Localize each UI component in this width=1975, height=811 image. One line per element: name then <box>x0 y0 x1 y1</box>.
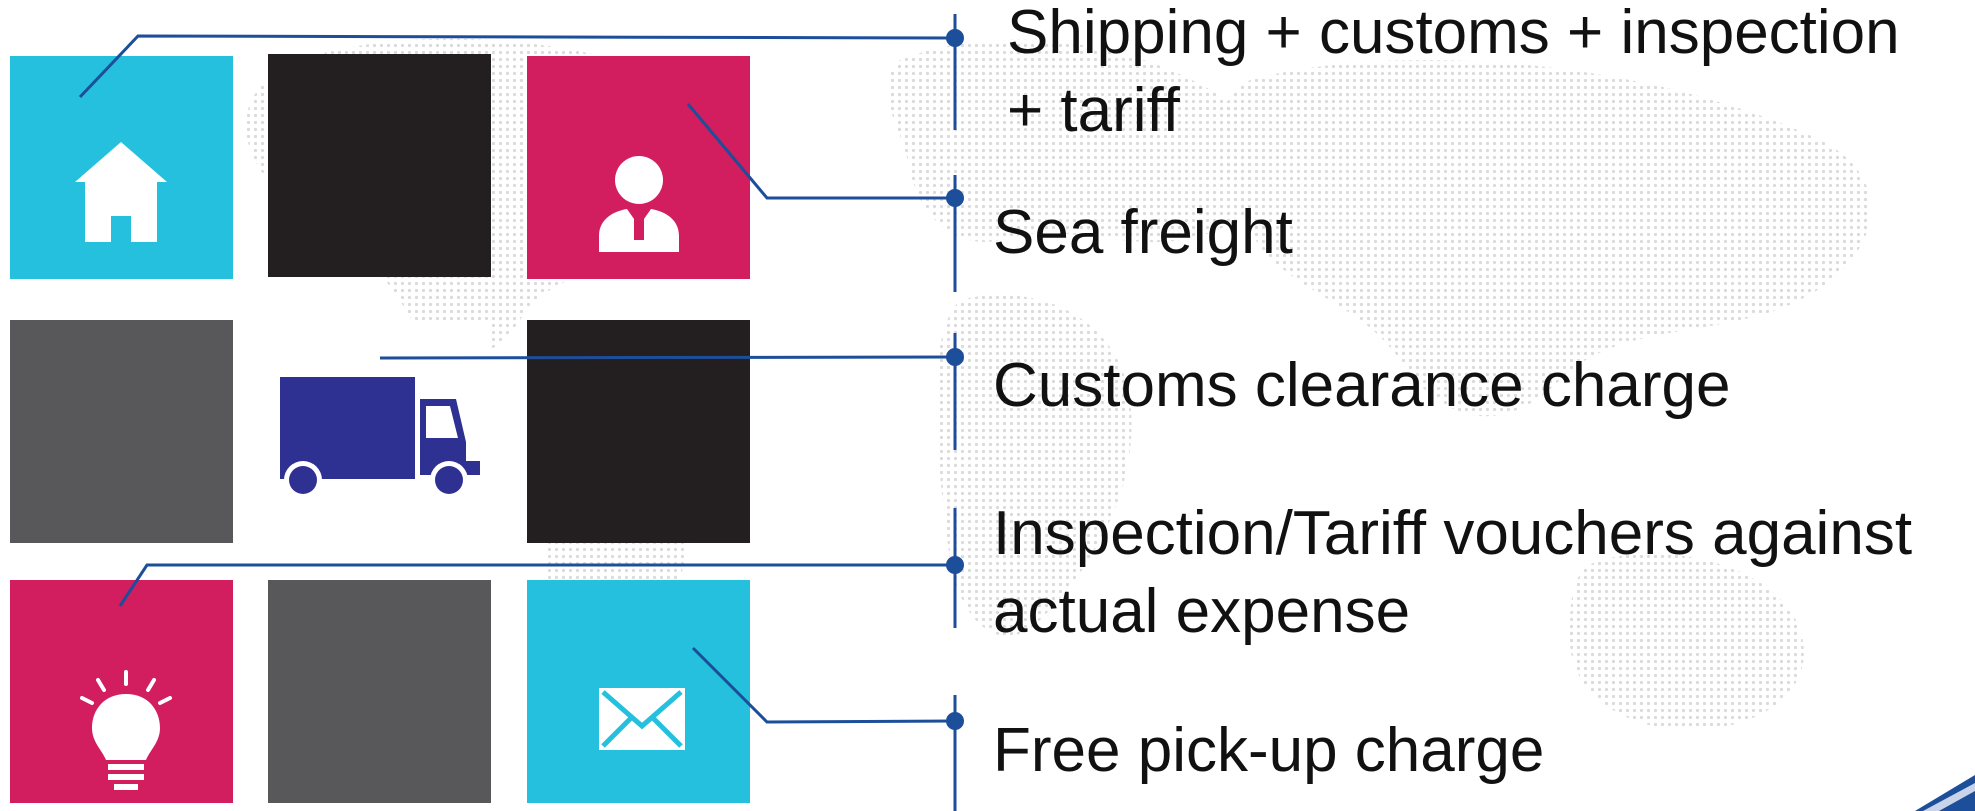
label-shipping-customs-inspection-tariff: Shipping + customs + inspection + tariff <box>1007 0 1900 150</box>
envelope-icon <box>599 688 685 750</box>
label-3-line-1: Customs clearance charge <box>993 351 1731 420</box>
corner-swoosh-decoration <box>1915 775 1975 811</box>
lightbulb-icon <box>80 670 172 790</box>
label-2-line-1: Sea freight <box>993 198 1293 267</box>
label-4-line-1: Inspection/Tariff vouchers against <box>993 499 1913 568</box>
tile-envelope <box>527 580 750 803</box>
label-free-pick-up-charge: Free pick-up charge <box>993 712 1544 790</box>
label-1-line-1: Shipping + customs + inspection <box>1007 0 1900 67</box>
tile-truck <box>268 320 491 543</box>
tile-gray-middle <box>10 320 233 543</box>
tile-gray-bottom <box>268 580 491 803</box>
truck-icon <box>280 377 480 499</box>
person-icon <box>599 156 679 252</box>
label-4-line-2: actual expense <box>993 577 1411 646</box>
tile-black-middle <box>527 320 750 543</box>
tile-black-top <box>268 54 491 277</box>
house-icon <box>75 142 167 242</box>
label-sea-freight: Sea freight <box>993 194 1293 272</box>
tile-house <box>10 56 233 279</box>
tile-lightbulb <box>10 580 233 803</box>
label-1-line-2: + tariff <box>1007 76 1180 145</box>
label-5-line-1: Free pick-up charge <box>993 716 1545 785</box>
label-customs-clearance-charge: Customs clearance charge <box>993 347 1730 425</box>
tile-person <box>527 56 750 279</box>
label-inspection-tariff-vouchers: Inspection/Tariff vouchers against actua… <box>993 495 1912 651</box>
